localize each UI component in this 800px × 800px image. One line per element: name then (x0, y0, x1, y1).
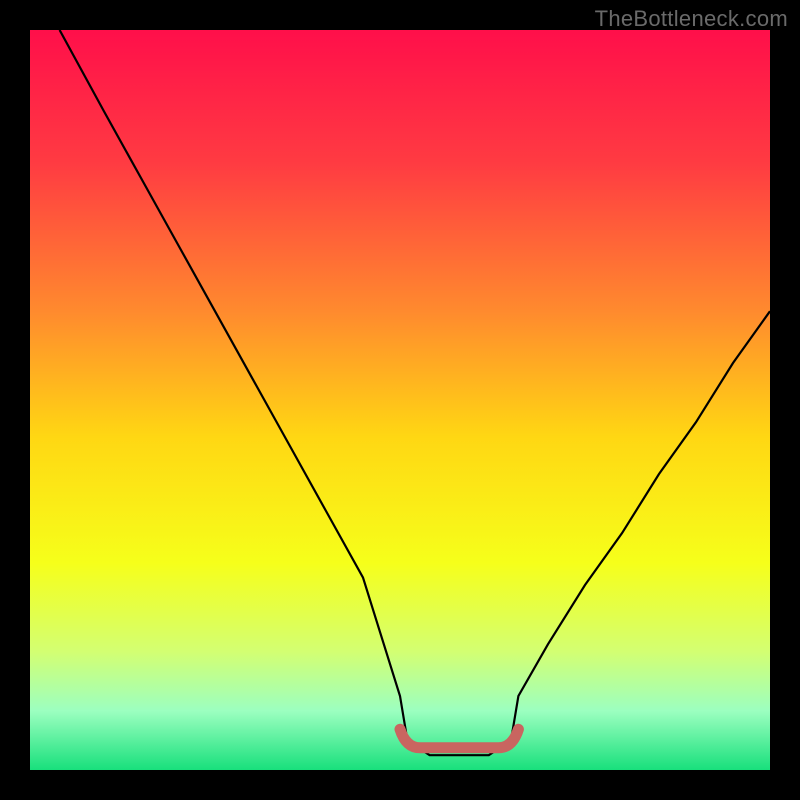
bottleneck-plateau (400, 729, 518, 748)
chart-frame: TheBottleneck.com (0, 0, 800, 800)
curve-layer (30, 30, 770, 770)
watermark-text: TheBottleneck.com (595, 6, 788, 32)
plot-area (30, 30, 770, 770)
bottleneck-curve (60, 30, 770, 755)
